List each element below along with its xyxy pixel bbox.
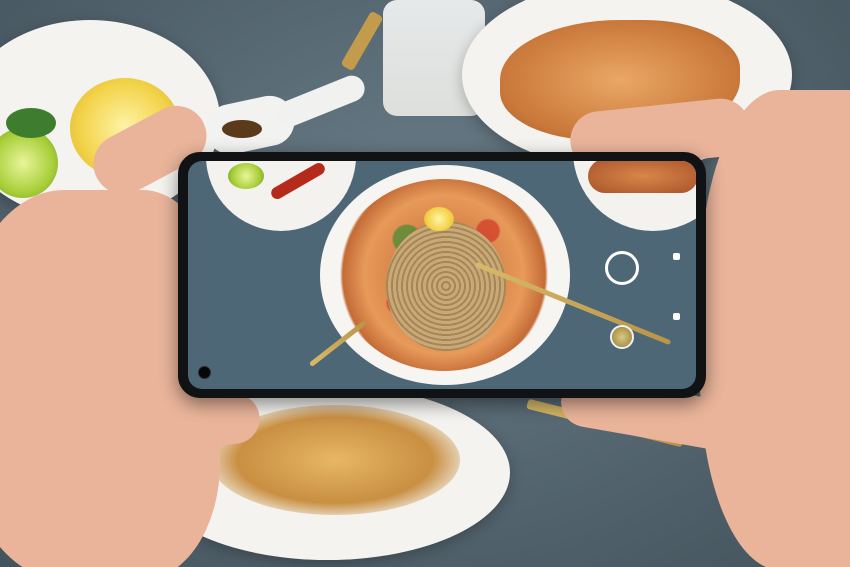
front-camera-hole-icon	[198, 366, 211, 379]
mode-indicator-icon	[673, 253, 680, 260]
camera-viewfinder	[188, 161, 696, 389]
shutter-ring-icon[interactable]	[605, 251, 639, 285]
gallery-thumbnail-icon[interactable]	[610, 325, 634, 349]
right-hand	[700, 90, 850, 567]
spoon-handle	[273, 71, 369, 131]
wooden-stick	[340, 10, 384, 72]
preview-lime-slice	[228, 163, 264, 189]
photo-scene	[0, 0, 850, 567]
garnish-leaves	[6, 108, 56, 138]
smartphone	[178, 152, 706, 398]
preview-noodles	[386, 221, 506, 351]
soy-sauce	[222, 120, 262, 138]
mode-indicator-icon	[673, 313, 680, 320]
preview-fried-shrimp	[588, 161, 696, 193]
preview-lemon-slice	[424, 207, 454, 231]
